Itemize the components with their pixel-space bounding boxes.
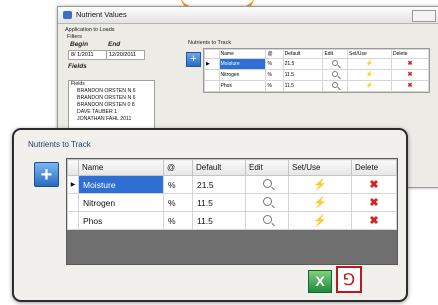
column-header-default[interactable]: Default (192, 159, 246, 176)
mini-cell-unit: % (265, 80, 284, 92)
mini-lightning-icon[interactable]: ⚡ (347, 69, 393, 81)
tree-item[interactable]: DAVE TAUBER 1 (69, 109, 154, 116)
mini-row-blank (204, 80, 220, 92)
begin-label: Begin (70, 41, 89, 48)
mini-cell-default[interactable]: 21.5 (282, 58, 324, 70)
mini-header-edit: Edit (322, 49, 349, 59)
mini-row-blank (204, 69, 220, 81)
delete-x-icon[interactable]: ✖ (351, 193, 397, 212)
mini-header-blank (204, 49, 220, 59)
add-nutrient-button[interactable]: + (34, 162, 59, 187)
mini-add-button[interactable]: + (186, 52, 201, 67)
plus-icon: + (40, 163, 53, 186)
window-titlebar: Nutrient Values (58, 7, 438, 24)
mini-x-icon[interactable]: ✖ (391, 58, 429, 70)
nutrient-name-cell[interactable]: Nitrogen (78, 193, 164, 212)
end-date-picker[interactable]: 12/20/2011 (106, 50, 145, 60)
tree-item[interactable]: BRANDON ORSTEN N 6 (69, 88, 154, 95)
nutrient-unit-cell: % (163, 175, 193, 194)
window-controls[interactable] (412, 10, 436, 22)
mini-nutrient-grid: Name @ Default Edit Set/Use Delete ▶ Moi… (203, 48, 430, 93)
nutrient-default-cell[interactable]: 11.5 (192, 193, 246, 212)
table-row[interactable]: Phos % 11.5 ⚡ ✖ (67, 211, 397, 230)
nutrient-grid: Name @ Default Edit Set/Use Delete ▶ Moi… (66, 158, 398, 265)
mini-row-pointer: ▶ (204, 58, 220, 70)
column-header-edit[interactable]: Edit (245, 159, 289, 176)
mini-header-setuse: Set/Use (347, 49, 393, 59)
nutrient-unit-cell: % (163, 211, 193, 230)
mini-header-delete: Delete (391, 49, 429, 59)
mini-cell-name[interactable]: Nitrogen (218, 69, 267, 81)
excel-export-icon[interactable]: X (308, 270, 332, 293)
nutrient-name-cell[interactable]: Moisture (78, 175, 164, 194)
tree-item[interactable]: BRANDON ORSTEN N 6 (69, 95, 154, 102)
mini-edit-icon[interactable] (322, 80, 349, 92)
mini-cell-name[interactable]: Phos (218, 80, 267, 92)
row-pointer-icon: ▶ (67, 175, 79, 194)
set-use-lightning-icon[interactable]: ⚡ (288, 211, 352, 230)
filters-label: Filters (67, 34, 82, 40)
end-label: End (108, 41, 121, 48)
mini-x-icon[interactable]: ✖ (391, 80, 429, 92)
mini-edit-icon[interactable] (322, 58, 349, 70)
application-label: Application to Loads (65, 27, 115, 33)
column-header-set-use[interactable]: Set/Use (288, 159, 352, 176)
zoomed-nutrients-panel: Nutrients to Track + Name @ Default Edit… (12, 128, 408, 302)
delete-x-icon[interactable]: ✖ (351, 175, 397, 194)
row-selector (67, 193, 79, 212)
mini-cell-default[interactable]: 11.5 (282, 80, 324, 92)
nutrient-name-cell[interactable]: Phos (78, 211, 164, 230)
row-selector-header (67, 159, 79, 176)
table-row[interactable]: ▶ Moisture % 21.5 ⚡ ✖ (67, 175, 397, 194)
mini-header-default: Default (282, 49, 324, 59)
mini-cell-unit: % (265, 69, 284, 81)
delete-x-icon[interactable]: ✖ (351, 211, 397, 230)
mini-cell-name[interactable]: Moisture (218, 58, 267, 70)
mini-edit-icon[interactable] (322, 69, 349, 81)
window-title: Nutrient Values (76, 10, 127, 19)
pdf-export-icon[interactable]: ⅁ (336, 266, 362, 293)
edit-magnifier-icon[interactable] (245, 211, 289, 230)
mini-cell-default[interactable]: 11.5 (282, 69, 324, 81)
set-use-lightning-icon[interactable]: ⚡ (288, 175, 352, 194)
mini-section-title: Nutrients to Track (188, 40, 232, 46)
set-use-lightning-icon[interactable]: ⚡ (288, 193, 352, 212)
fields-label: Fields (68, 63, 87, 70)
app-icon (63, 11, 72, 19)
row-selector (67, 211, 79, 230)
table-row[interactable]: Nitrogen % 11.5 ⚡ ✖ (67, 193, 397, 212)
begin-date-picker[interactable]: 8/ 1/2011 (68, 50, 107, 60)
panel-title: Nutrients to Track (28, 140, 91, 149)
edit-magnifier-icon[interactable] (245, 175, 289, 194)
mini-header-name: Name (218, 49, 267, 59)
column-header-name[interactable]: Name (78, 159, 164, 176)
tree-item[interactable]: Fields (69, 81, 154, 88)
nutrient-default-cell[interactable]: 11.5 (192, 211, 246, 230)
column-header-unit[interactable]: @ (163, 159, 193, 176)
column-header-delete[interactable]: Delete (351, 159, 397, 176)
nutrient-default-cell[interactable]: 21.5 (192, 175, 246, 194)
tree-item[interactable]: JONATHAN FAHL 2011 (69, 116, 154, 123)
mini-cell-unit: % (265, 58, 284, 70)
nutrient-unit-cell: % (163, 193, 193, 212)
mini-lightning-icon[interactable]: ⚡ (347, 80, 393, 92)
mini-header-unit: @ (265, 49, 284, 59)
mini-lightning-icon[interactable]: ⚡ (347, 58, 393, 70)
edit-magnifier-icon[interactable] (245, 193, 289, 212)
tree-item[interactable]: BRANDON ORSTEN 0 8 (69, 102, 154, 109)
mini-x-icon[interactable]: ✖ (391, 69, 429, 81)
